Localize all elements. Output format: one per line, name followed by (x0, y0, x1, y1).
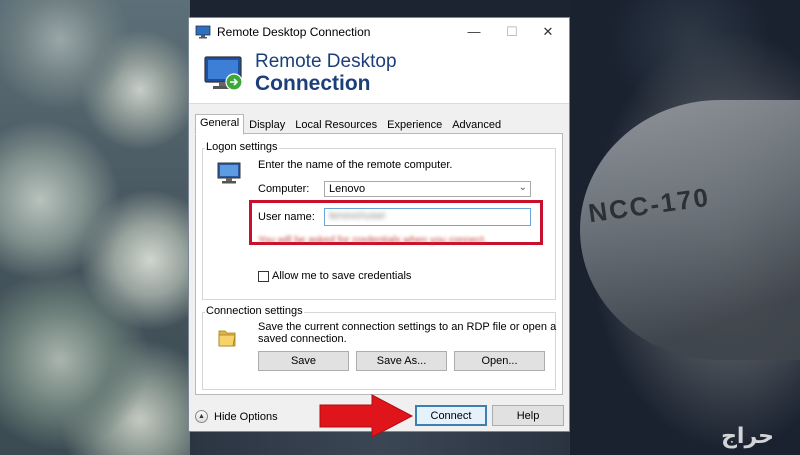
banner-title-line1: Remote Desktop (255, 51, 397, 72)
save-as-button[interactable]: Save As... (356, 351, 447, 371)
watermark: حراج (721, 424, 774, 449)
rdp-app-icon (195, 25, 211, 38)
save-button[interactable]: Save (258, 351, 349, 371)
titlebar: Remote Desktop Connection — ☐ ✕ (189, 18, 569, 45)
username-input[interactable]: lenovo\user (324, 208, 531, 226)
red-arrow-annotation (319, 394, 414, 438)
general-tab-panel: Logon settings Enter the name of the rem… (195, 133, 563, 395)
connection-description-line2: saved connection. (258, 333, 347, 345)
computer-label: Computer: (258, 183, 310, 195)
close-button[interactable]: ✕ (531, 18, 565, 45)
maximize-button[interactable]: ☐ (495, 18, 529, 45)
connection-description-line1: Save the current connection settings to … (258, 321, 557, 333)
tab-general[interactable]: General (195, 114, 245, 135)
connection-settings-label: Connection settings (205, 305, 304, 317)
chevron-up-icon[interactable]: ▲ (195, 410, 208, 423)
save-credentials-label[interactable]: Allow me to save credentials (272, 270, 411, 282)
folder-icon (218, 330, 236, 347)
save-credentials-checkbox[interactable] (258, 271, 269, 282)
banner: Remote Desktop Connection (189, 45, 569, 104)
logon-instruction: Enter the name of the remote computer. (258, 159, 453, 171)
computer-icon (217, 162, 241, 184)
computer-value: Lenovo (329, 183, 366, 195)
username-value: lenovo\user (329, 210, 386, 222)
help-button[interactable]: Help (492, 405, 564, 426)
username-label: User name: (258, 211, 315, 223)
window-title: Remote Desktop Connection (217, 24, 371, 39)
connect-button[interactable]: Connect (415, 405, 487, 426)
tab-strip: General Display Local Resources Experien… (195, 114, 506, 135)
chevron-down-icon[interactable]: ⌄ (519, 182, 527, 193)
background-earth (0, 0, 190, 455)
open-button[interactable]: Open... (454, 351, 545, 371)
hide-options-toggle[interactable]: ▲ Hide Options (195, 410, 278, 423)
rdp-monitor-icon (204, 56, 243, 91)
minimize-button[interactable]: — (457, 18, 491, 45)
logon-settings-label: Logon settings (205, 141, 279, 153)
credentials-hint: You will be asked for credentials when y… (258, 235, 487, 246)
rdp-window: Remote Desktop Connection — ☐ ✕ Remote D… (188, 17, 570, 432)
banner-title-line2: Connection (255, 72, 371, 95)
computer-combobox[interactable]: Lenovo ⌄ (324, 181, 531, 197)
hide-options-label[interactable]: Hide Options (214, 411, 278, 423)
